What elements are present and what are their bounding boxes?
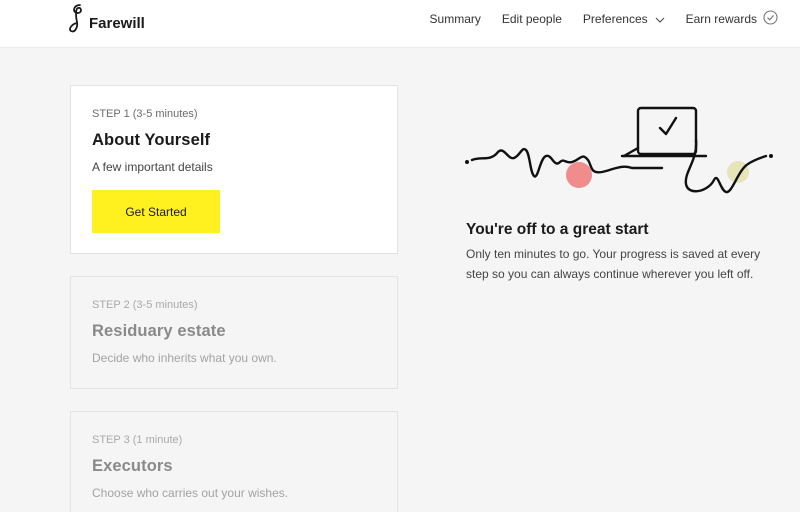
nav-edit-people-label: Edit people [501,12,562,26]
nav-earn-rewards[interactable]: Earn rewards [686,10,778,28]
step-label: STEP 3 (1 minute) [92,434,183,446]
nav-summary[interactable]: Summary [430,12,481,26]
get-started-button[interactable]: Get Started [92,190,220,233]
top-header: Farewill Summary Edit people Preferences… [0,0,800,48]
nav-preferences-dropdown[interactable]: Preferences [583,12,665,26]
step-title: Executors [92,457,173,475]
step-description: Choose who carries out your wishes. [92,486,289,500]
brand-logo[interactable]: Farewill [68,2,145,34]
pink-dot-icon [566,162,592,188]
nav-preferences-label: Preferences [582,12,648,26]
step-card-about-yourself: STEP 1 (3-5 minutes) About Yourself A fe… [70,85,398,254]
check-circle-icon [763,10,778,28]
step-title: About Yourself [92,131,211,149]
step-label: STEP 1 (3-5 minutes) [92,108,198,120]
chevron-down-icon [655,12,665,26]
promo-text: Only ten minutes to go. Your progress is… [466,247,761,281]
step-card-executors: STEP 3 (1 minute) Executors Choose who c… [70,411,398,512]
step-card-residuary-estate: STEP 2 (3-5 minutes) Residuary estate De… [70,276,398,389]
step-label: STEP 2 (3-5 minutes) [92,299,198,311]
step-description: Decide who inherits what you own. [92,351,277,365]
promo-title: You're off to a great start [466,221,649,238]
step-title: Residuary estate [92,322,226,340]
main-nav: Summary Edit people Preferences Earn rew… [409,10,778,28]
nav-edit-people[interactable]: Edit people [502,12,562,26]
farewill-logo-icon [68,2,88,34]
brand-name: Farewill [89,14,145,32]
nav-earn-rewards-label: Earn rewards [685,12,757,26]
step-description: A few important details [92,160,213,174]
nav-summary-label: Summary [429,12,481,26]
signature-laptop-illustration [462,100,782,205]
